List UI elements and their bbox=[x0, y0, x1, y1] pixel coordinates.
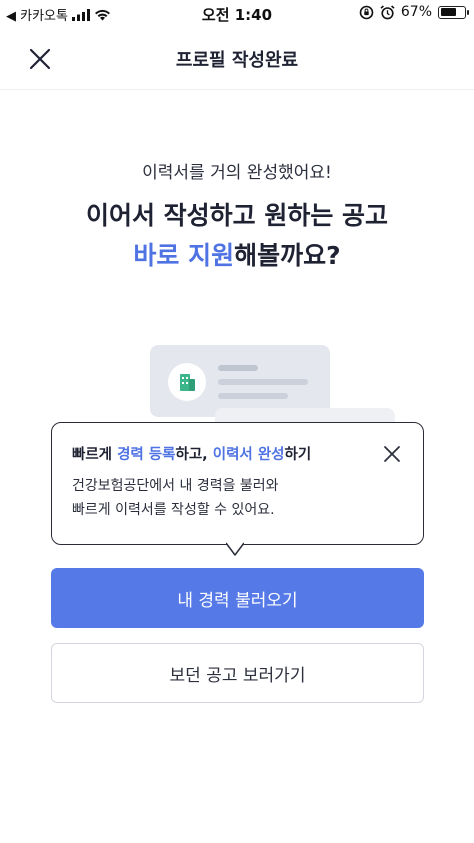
building-icon bbox=[180, 374, 195, 391]
tooltip-arrow bbox=[226, 542, 244, 556]
tooltip-title-text: 하고, bbox=[175, 447, 213, 463]
tooltip-title-accent: 경력 등록 bbox=[117, 447, 176, 463]
headline: 이어서 작성하고 원하는 공고 바로 지원해볼까요? bbox=[0, 196, 474, 276]
illustration-line bbox=[218, 365, 258, 371]
completion-subtitle: 이력서를 거의 완성했어요! bbox=[142, 163, 332, 183]
headline-line1: 이어서 작성하고 원하는 공고 bbox=[85, 201, 389, 230]
tooltip-close-button[interactable] bbox=[381, 443, 403, 465]
view-jobs-button[interactable]: 보던 공고 보러가기 bbox=[51, 643, 424, 703]
rotation-lock-icon bbox=[359, 5, 374, 19]
illustration-line bbox=[218, 379, 308, 385]
headline-tail: 해볼까요? bbox=[234, 241, 341, 270]
company-logo-circle bbox=[168, 363, 206, 401]
close-icon bbox=[384, 446, 400, 462]
career-import-tooltip: 빠르게 경력 등록하고, 이력서 완성하기 건강보험공단에서 내 경력을 불러와… bbox=[51, 422, 424, 545]
tooltip-title: 빠르게 경력 등록하고, 이력서 완성하기 bbox=[72, 443, 311, 464]
illustration-line bbox=[218, 393, 288, 399]
import-career-button[interactable]: 내 경력 불러오기 bbox=[51, 568, 424, 628]
tooltip-title-text: 빠르게 bbox=[72, 447, 118, 463]
tooltip-title-accent: 이력서 완성 bbox=[212, 447, 285, 463]
status-bar-right: 67% bbox=[359, 4, 469, 20]
battery-percent: 67% bbox=[400, 4, 432, 20]
headline-line2: 바로 지원해볼까요? bbox=[0, 236, 474, 276]
header: 프로필 작성완료 bbox=[0, 28, 474, 90]
tooltip-body-line1: 건강보험공단에서 내 경력을 불러와 bbox=[72, 478, 279, 494]
page-title: 프로필 작성완료 bbox=[175, 50, 299, 71]
battery-level-fill bbox=[440, 8, 456, 16]
battery-icon bbox=[438, 5, 469, 19]
headline-accent: 바로 지원 bbox=[133, 241, 235, 270]
resume-illustration-card bbox=[150, 345, 330, 417]
tooltip-body-line2: 빠르게 이력서를 작성할 수 있어요. bbox=[72, 502, 275, 518]
tooltip-body: 건강보험공단에서 내 경력을 불러와 빠르게 이력서를 작성할 수 있어요. bbox=[72, 474, 279, 522]
status-bar: ◀ 카카오톡 오전 1:40 67% bbox=[0, 0, 474, 28]
tooltip-title-text: 하기 bbox=[284, 447, 312, 463]
alarm-icon bbox=[380, 4, 395, 19]
